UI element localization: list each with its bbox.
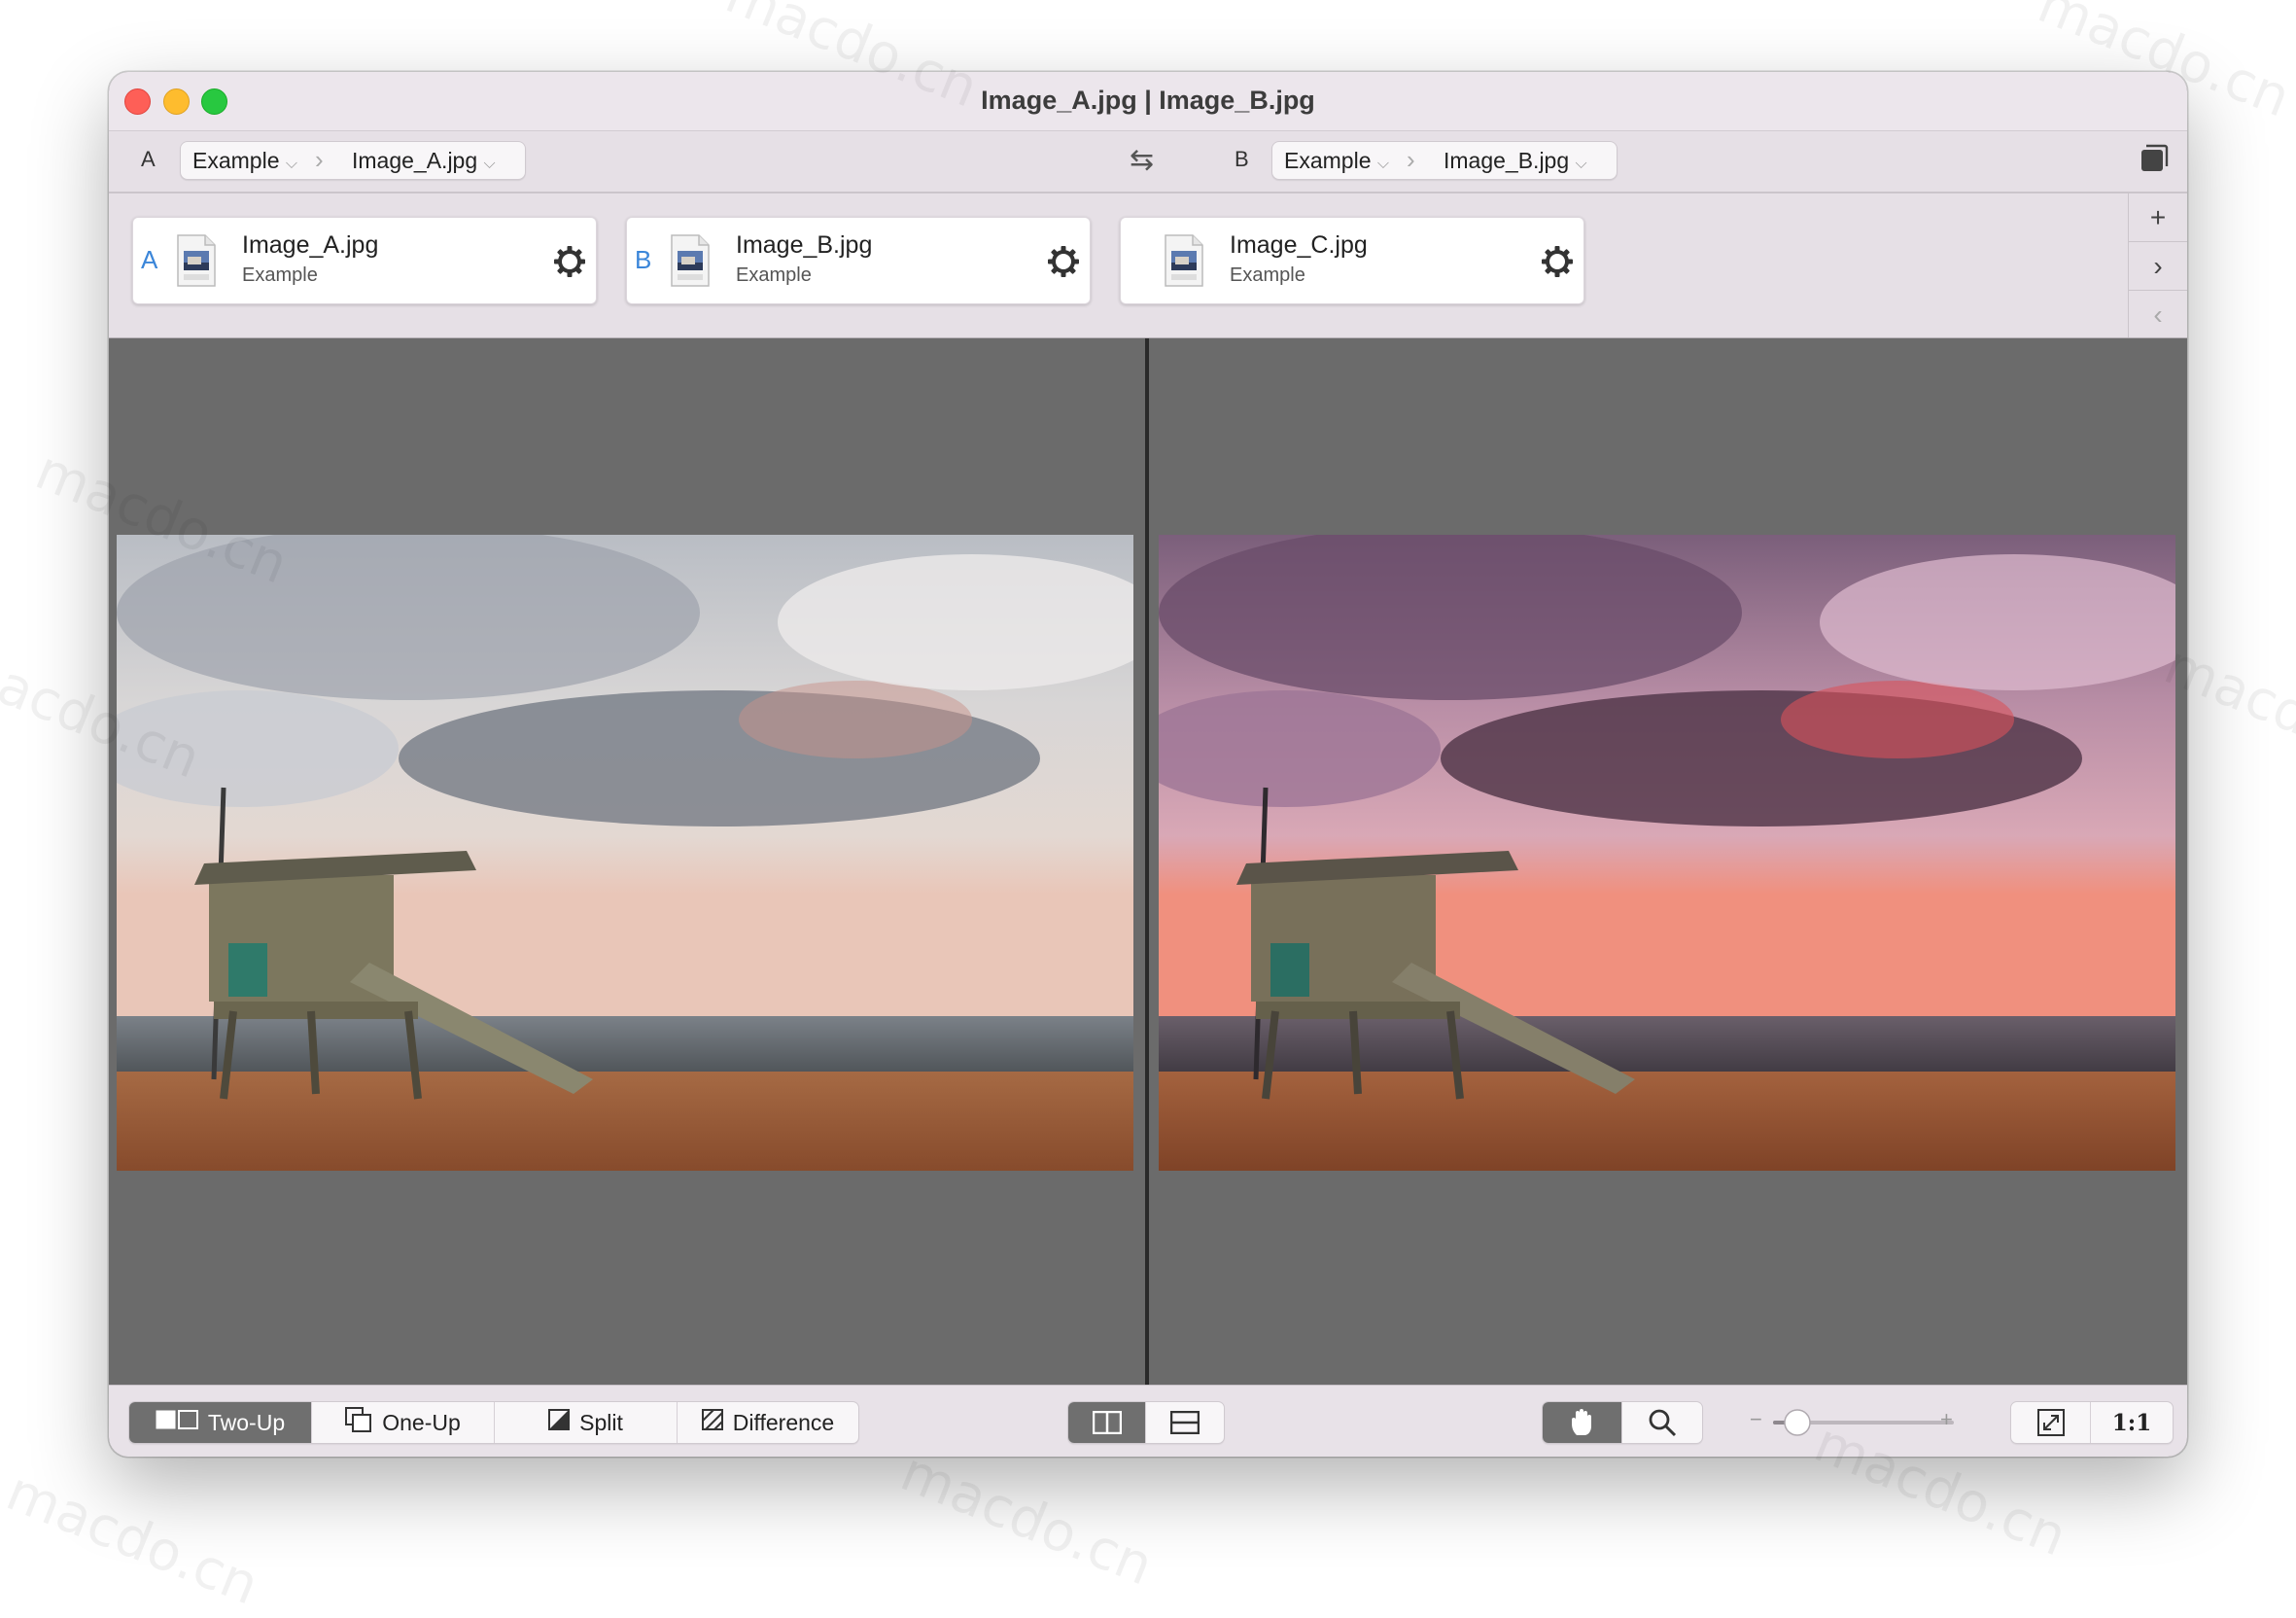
side-b-label: B: [1235, 147, 1249, 171]
one-up-button[interactable]: One-Up: [312, 1402, 495, 1443]
file-card[interactable]: A Image_A.jpg Example: [132, 217, 597, 304]
view-mode-selector: Two-Up One-Up Split Difference: [128, 1401, 859, 1444]
path-bar: A Example ⌵ › Image_A.jpg ⌵ ⇆ B Example …: [109, 131, 2187, 193]
title-bar: Image_A.jpg | Image_B.jpg: [109, 72, 2187, 131]
layout-selector: [1067, 1401, 1225, 1444]
tabs-controls: + › ‹: [2128, 193, 2187, 337]
sidebar-window-icon[interactable]: [2139, 143, 2170, 174]
fit-window-icon: [2036, 1409, 2065, 1436]
jpg-file-icon: [671, 234, 710, 287]
path-separator-icon: ›: [315, 145, 324, 174]
image-b-view[interactable]: [1159, 535, 2175, 1171]
card-file-name: Image_A.jpg: [242, 231, 379, 259]
chevron-down-icon: ⌵: [285, 156, 298, 172]
magnifier-icon: [1649, 1409, 1677, 1437]
one-up-icon: [345, 1407, 372, 1438]
file-card[interactable]: Image_C.jpg Example: [1120, 217, 1584, 304]
watermark: macdo.cn: [0, 1460, 267, 1618]
stacked-button[interactable]: [1146, 1402, 1224, 1443]
gear-icon[interactable]: [1541, 245, 1574, 278]
difference-button[interactable]: Difference: [678, 1402, 858, 1443]
side-by-side-button[interactable]: [1068, 1402, 1146, 1443]
path-b: Example ⌵ › Image_B.jpg ⌵: [1271, 141, 1618, 180]
zoom-in-label: +: [1940, 1407, 1953, 1431]
zoom-slider[interactable]: [1773, 1405, 2006, 1440]
path-a-file[interactable]: Image_A.jpg ⌵: [352, 148, 496, 174]
tool-selector: [1542, 1401, 1703, 1444]
gear-icon[interactable]: [1047, 245, 1080, 278]
two-up-icon: [156, 1409, 198, 1436]
side-by-side-icon: [1092, 1411, 1122, 1434]
image-a-view[interactable]: [117, 535, 1133, 1171]
split-button[interactable]: Split: [495, 1402, 678, 1443]
card-folder-name: Example: [736, 264, 812, 286]
comparison-canvas[interactable]: [109, 338, 2187, 1385]
path-b-file[interactable]: Image_B.jpg ⌵: [1444, 148, 1587, 174]
bottom-toolbar: Two-Up One-Up Split Difference − + 1:1: [109, 1385, 2187, 1457]
swap-arrows-icon[interactable]: ⇆: [1130, 143, 1154, 177]
next-tab-button[interactable]: ›: [2129, 242, 2187, 291]
card-folder-name: Example: [1230, 264, 1305, 286]
actual-size-button[interactable]: 1:1: [2091, 1402, 2173, 1443]
magnifier-tool-button[interactable]: [1622, 1402, 1702, 1443]
zoom-controls: 1:1: [2010, 1401, 2174, 1444]
window-title: Image_A.jpg | Image_B.jpg: [981, 86, 1315, 115]
jpg-file-icon: [1165, 234, 1203, 287]
zoom-out-label: −: [1750, 1407, 1762, 1431]
side-a-label: A: [141, 147, 156, 171]
stacked-icon: [1170, 1411, 1200, 1434]
fit-to-window-button[interactable]: [2011, 1402, 2091, 1443]
card-folder-name: Example: [242, 264, 318, 286]
gear-icon[interactable]: [553, 245, 586, 278]
file-tabs-bar: A Image_A.jpg Example B Image_B.jpg Example Im…: [109, 193, 2187, 338]
chevron-down-icon: ⌵: [1376, 156, 1390, 172]
card-side-label: B: [635, 245, 652, 274]
hand-tool-button[interactable]: [1543, 1402, 1622, 1443]
watermark: macdo.cn: [891, 1440, 1162, 1599]
chevron-down-icon: ⌵: [1575, 156, 1587, 172]
path-b-folder[interactable]: Example ⌵: [1284, 148, 1389, 174]
add-file-button[interactable]: +: [2129, 193, 2187, 242]
path-separator-icon: ›: [1407, 145, 1415, 174]
prev-tab-button[interactable]: ‹: [2129, 291, 2187, 338]
card-side-label: A: [141, 245, 158, 274]
app-window: Image_A.jpg | Image_B.jpg A Example ⌵ › …: [109, 72, 2187, 1457]
split-icon: [548, 1409, 571, 1436]
two-up-button[interactable]: Two-Up: [129, 1402, 312, 1443]
hand-icon: [1571, 1409, 1591, 1435]
card-file-name: Image_C.jpg: [1230, 231, 1368, 259]
path-a: Example ⌵ › Image_A.jpg ⌵: [180, 141, 526, 180]
jpg-file-icon: [177, 234, 216, 287]
difference-icon: [701, 1409, 723, 1436]
path-a-folder[interactable]: Example ⌵: [192, 148, 297, 174]
file-card[interactable]: B Image_B.jpg Example: [626, 217, 1091, 304]
chevron-down-icon: ⌵: [483, 156, 496, 172]
card-file-name: Image_B.jpg: [736, 231, 873, 259]
split-divider[interactable]: [1145, 338, 1149, 1385]
